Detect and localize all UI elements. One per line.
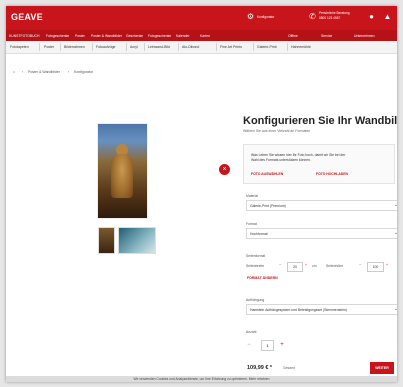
- phone-icon: ✆: [309, 12, 316, 21]
- hanging-select[interactable]: Hamstein Aufhängesystem und Befestigungs…: [246, 304, 397, 315]
- category-bar: KUNSTFOTOBUCH Fotogeschenke Poster Poste…: [6, 30, 397, 41]
- price-note: Gesamt: [283, 366, 295, 370]
- nav-item[interactable]: Galerie-Print: [257, 45, 277, 49]
- width-minus-button[interactable]: −: [279, 263, 281, 267]
- nav-item[interactable]: Acryl: [130, 45, 138, 49]
- chevron-down-icon: ⌄: [393, 202, 397, 208]
- browser-viewport: GEAVE ⚙ Konfigurator ✆ Persönliche Berat…: [6, 6, 397, 382]
- quantity-input[interactable]: 1: [261, 340, 274, 351]
- nav-divider: [253, 43, 254, 51]
- category-item[interactable]: Karten: [200, 34, 210, 38]
- nav-divider: [126, 43, 127, 51]
- nav-divider: [287, 43, 288, 51]
- width-unit: cm: [312, 264, 317, 268]
- category-right-item[interactable]: Service: [321, 34, 332, 38]
- nav-item[interactable]: Fototapeten: [10, 45, 29, 49]
- thumbnail-image[interactable]: [118, 227, 156, 254]
- nav-item[interactable]: Poster: [44, 45, 54, 49]
- konfigurator-link[interactable]: Konfigurator: [257, 15, 274, 19]
- hanging-value: Hamstein Aufhängesystem und Befestigungs…: [250, 307, 347, 312]
- quantity-plus-button[interactable]: +: [279, 341, 285, 349]
- nav-divider: [144, 43, 145, 51]
- material-value: Galerie-Print (Premium): [250, 203, 286, 208]
- chevron-down-icon: ⌄: [393, 230, 397, 236]
- page-title: Konfigurieren Sie Ihr Wandbild: [243, 115, 397, 127]
- height-label: Seitenhöhe: [326, 264, 344, 268]
- format-value: Hochformat: [250, 231, 268, 236]
- height-input[interactable]: 100: [367, 262, 384, 272]
- nav-item[interactable]: Bilderrahmen: [64, 45, 85, 49]
- format-select[interactable]: Hochformat ⌄: [246, 228, 397, 239]
- width-plus-button[interactable]: +: [305, 263, 307, 267]
- product-nav: Fototapeten Poster Bilderrahmen Fotoaufz…: [6, 41, 397, 54]
- category-item[interactable]: Kalender: [176, 34, 190, 38]
- quantity-minus-button[interactable]: −: [246, 341, 252, 349]
- cart-icon[interactable]: ▲: [383, 12, 392, 21]
- category-item[interactable]: KUNSTFOTOBUCH: [9, 34, 39, 38]
- category-right-item[interactable]: Unternehmen: [354, 34, 375, 38]
- width-input[interactable]: 20: [287, 262, 303, 272]
- material-label: Material: [246, 194, 259, 198]
- nav-divider: [92, 43, 93, 51]
- select-photo-link[interactable]: FOTO AUSWÄHLEN: [251, 172, 283, 176]
- site-logo[interactable]: GEAVE: [11, 12, 43, 22]
- quantity-label: Anzahl: [246, 330, 257, 334]
- user-icon[interactable]: ●: [367, 12, 376, 21]
- continue-button[interactable]: WEITER: [370, 362, 394, 374]
- thumbnail-image[interactable]: [98, 227, 115, 254]
- category-item[interactable]: Fotogeschenke: [148, 34, 171, 38]
- height-minus-button[interactable]: −: [359, 263, 361, 267]
- category-item[interactable]: Fotogeschenke: [46, 34, 69, 38]
- upload-info-box: Was Leben Sie wissen hier Ihr Foto hoch,…: [243, 144, 395, 184]
- nav-item[interactable]: Fine Art Prints: [220, 45, 242, 49]
- phone-number[interactable]: 0800 123 4567: [319, 16, 340, 20]
- upload-photo-link[interactable]: FOTO HOCHLADEN: [316, 172, 348, 176]
- cookie-banner[interactable]: Wir verwenden Cookies und Analysedienste…: [6, 376, 397, 382]
- breadcrumb-separator: ›: [68, 70, 70, 74]
- home-icon[interactable]: ⌂: [13, 70, 15, 74]
- nav-item[interactable]: Alu-Dibond: [182, 45, 199, 49]
- category-right-item[interactable]: Offline: [288, 34, 298, 38]
- nav-item[interactable]: Hahnemühle: [291, 45, 311, 49]
- category-item[interactable]: Geschenke: [126, 34, 143, 38]
- nav-item[interactable]: Leinwand-Bild: [148, 45, 170, 49]
- phone-title: Persönliche Beratung: [319, 11, 350, 15]
- change-format-link[interactable]: FORMAT ÄNDERN: [247, 276, 278, 280]
- category-item[interactable]: Poster: [75, 34, 85, 38]
- top-header: GEAVE ⚙ Konfigurator ✆ Persönliche Berat…: [6, 6, 397, 30]
- size-label: Seitenformat: [246, 254, 266, 258]
- breadcrumb-separator: ›: [22, 70, 24, 74]
- nav-divider: [60, 43, 61, 51]
- product-preview-image[interactable]: [97, 123, 148, 219]
- material-select[interactable]: Galerie-Print (Premium) ⌄: [246, 200, 397, 211]
- chevron-down-icon: ⌄: [393, 306, 397, 312]
- breadcrumb-item: Konfigurator: [74, 70, 94, 74]
- height-plus-button[interactable]: +: [386, 263, 388, 267]
- nav-divider: [39, 43, 40, 51]
- nav-divider: [178, 43, 179, 51]
- statue-body-shape: [111, 154, 133, 198]
- breadcrumb-item[interactable]: Poster & Wandbilder: [28, 70, 60, 74]
- hanging-label: Aufhängung: [246, 298, 265, 302]
- close-icon[interactable]: ×: [219, 164, 230, 175]
- nav-item[interactable]: Fotoaufzüge: [96, 45, 115, 49]
- format-label: Format: [246, 222, 257, 226]
- nav-divider: [216, 43, 217, 51]
- info-text: Wahl des Formats unterstützen können.: [251, 158, 311, 162]
- konfigurator-icon[interactable]: ⚙: [246, 12, 255, 21]
- info-text: Was Leben Sie wissen hier Ihr Foto hoch,…: [251, 153, 346, 157]
- category-item[interactable]: Poster & Wandbilder: [91, 34, 122, 38]
- price-total: 109,99 € *: [247, 365, 273, 371]
- width-label: Seitenbreite: [246, 264, 265, 268]
- page-subtitle: Wählen Sie aus einer Vielzahl an Formate…: [243, 129, 311, 133]
